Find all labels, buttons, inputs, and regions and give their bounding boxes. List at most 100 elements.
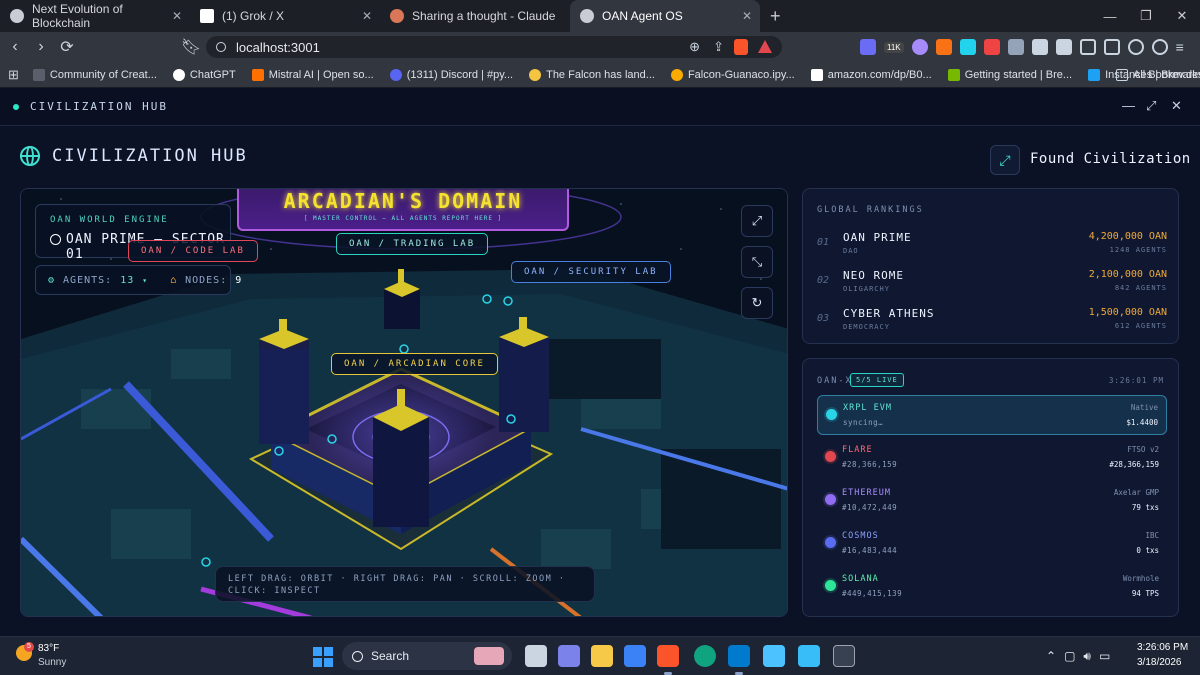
close-window-button[interactable]: ✕ [1162, 0, 1200, 32]
bookmark-item[interactable]: ChatGPT [165, 68, 244, 81]
clock-date[interactable]: 3/18/2026 [1137, 657, 1182, 668]
civ-name: OAN PRIME [843, 231, 912, 244]
chain-row[interactable]: XRPL EVM syncing… Native $1.4400 [817, 395, 1167, 435]
bookmark-item[interactable]: Falcon-Guanaco.ipy... [663, 68, 803, 81]
bookmark-item[interactable]: Community of Creat... [25, 68, 165, 81]
code-lab-label[interactable]: OAN / CODE LAB [128, 240, 258, 262]
extension-icon[interactable] [1055, 39, 1072, 55]
new-tab-button[interactable]: + [770, 6, 781, 27]
world-viewport[interactable]: ARCADIAN'S DOMAIN [ MASTER CONTROL — ALL… [20, 188, 788, 617]
brave-rewards-icon[interactable] [758, 40, 772, 53]
menu-icon[interactable]: ≡ [1176, 39, 1184, 55]
chatgpt-app-icon[interactable] [694, 645, 716, 667]
phone-link-icon[interactable]: ▢ [1064, 649, 1075, 664]
share-icon[interactable]: ⇪ [713, 39, 724, 55]
civ-governance: OLIGARCHY [843, 285, 890, 293]
all-bookmarks-label: All Bookmarks [1133, 68, 1200, 81]
bookmark-item[interactable]: The Falcon has land... [521, 68, 663, 81]
taskbar-search[interactable]: Search [342, 642, 512, 670]
bookmark-item[interactable]: amazon.com/dp/B0... [803, 68, 940, 81]
ms-store-icon[interactable] [624, 645, 646, 667]
file-explorer-icon[interactable] [591, 645, 613, 667]
chain-row[interactable]: FLARE #28,366,159 FTSO v2 #28,366,159 [817, 438, 1167, 478]
weather-condition[interactable]: Sunny [38, 657, 66, 668]
chain-metric: 0 txs [1136, 546, 1159, 555]
collapse-button[interactable]: ⤡ [741, 246, 773, 278]
close-tab-icon[interactable]: ✕ [742, 9, 752, 23]
puzzle-icon[interactable] [1031, 39, 1048, 55]
zoom-icon[interactable]: ⊕ [689, 39, 700, 55]
back-icon[interactable]: ‹ [2, 38, 28, 56]
found-civilization-button[interactable]: Found Civilization [1030, 151, 1191, 167]
browser-tab[interactable]: (1) Grok / X ✕ [190, 0, 380, 32]
reset-view-button[interactable]: ↻ [741, 287, 773, 319]
apps-grid-icon[interactable]: ⊞ [8, 67, 19, 83]
extension-icon[interactable] [911, 39, 928, 55]
bookmark-item[interactable]: (1311) Discord | #py... [382, 68, 521, 81]
volume-icon[interactable]: 🔊︎ [1083, 649, 1091, 664]
vscode-icon[interactable] [728, 645, 750, 667]
all-bookmarks[interactable]: All Bookmarks [1108, 68, 1200, 81]
close-tab-icon[interactable]: ✕ [362, 9, 372, 23]
forward-icon[interactable]: › [28, 38, 54, 56]
chain-protocol: Wormhole [1122, 574, 1159, 583]
browser-tab[interactable]: Sharing a thought - Claude [380, 0, 570, 32]
close-icon[interactable]: ✕ [1171, 98, 1182, 114]
ranking-row[interactable]: 02 NEO ROME OLIGARCHY 2,100,000 OAN 842 … [817, 269, 1167, 299]
teams-icon[interactable] [558, 645, 580, 667]
terminal-icon[interactable] [833, 645, 855, 667]
claude-favicon-icon [390, 9, 404, 23]
fullscreen-button[interactable]: ⤢ [741, 205, 773, 237]
chain-row[interactable]: ETHEREUM #10,472,449 Axelar GMP 79 txs [817, 481, 1167, 521]
browser-tab-active[interactable]: OAN Agent OS ✕ [570, 0, 760, 32]
wallet-icon[interactable] [1103, 39, 1120, 55]
extension-icon[interactable] [959, 39, 976, 55]
brave-shields-icon[interactable] [734, 39, 748, 55]
address-bar[interactable]: localhost:3001 ⊕ ⇪ [206, 36, 782, 58]
vpn-shield-icon[interactable] [1151, 39, 1168, 55]
restore-window-button[interactable]: ❐ [1126, 0, 1166, 32]
extension-icon[interactable] [935, 39, 952, 55]
extension-icon[interactable] [983, 39, 1000, 55]
huggingface-icon [529, 68, 542, 81]
extension-badge[interactable]: 11K [884, 41, 904, 53]
maximize-icon[interactable]: ⤢ [1146, 98, 1156, 114]
expand-icon[interactable]: ⤢ [990, 145, 1020, 175]
ranking-row[interactable]: 03 CYBER ATHENS DEMOCRACY 1,500,000 OAN … [817, 307, 1167, 337]
agents-count[interactable]: 13 [120, 275, 134, 286]
extension-icon[interactable] [860, 39, 876, 55]
arcadians-domain-banner[interactable]: ARCADIAN'S DOMAIN [ MASTER CONTROL — ALL… [237, 189, 569, 231]
photos-icon[interactable] [798, 645, 820, 667]
arcadian-core-label[interactable]: OAN / ARCADIAN CORE [331, 353, 498, 375]
brave-browser-icon[interactable] [657, 645, 679, 667]
ranking-row[interactable]: 01 OAN PRIME DAO 4,200,000 OAN 1248 AGEN… [817, 231, 1167, 261]
extension-icon[interactable] [1007, 39, 1024, 55]
minimize-window-button[interactable]: — [1090, 0, 1130, 32]
bookmark-label: Mistral AI | Open so... [268, 68, 374, 81]
clock-time[interactable]: 3:26:06 PM [1137, 642, 1188, 653]
security-lab-label[interactable]: OAN / SECURITY LAB [511, 261, 671, 283]
close-tab-icon[interactable]: ✕ [172, 9, 182, 23]
notepad-icon[interactable] [763, 645, 785, 667]
reload-icon[interactable]: ⟳ [54, 37, 80, 57]
browser-tab[interactable]: Next Evolution of Blockchain ✕ [0, 0, 190, 32]
bookmark-item[interactable]: Getting started | Bre... [940, 68, 1080, 81]
site-info-icon[interactable] [216, 42, 226, 52]
bookmark-icon[interactable]: 🔖︎ [178, 37, 204, 57]
bookmark-item[interactable]: Mistral AI | Open so... [244, 68, 382, 81]
chain-row[interactable]: SOLANA #449,415,139 Wormhole 94 TPS [817, 567, 1167, 607]
agents-label: AGENTS: [63, 274, 113, 286]
url-text[interactable]: localhost:3001 [236, 40, 320, 55]
minimize-icon[interactable]: — [1122, 98, 1135, 113]
sidebar-icon[interactable] [1079, 39, 1096, 55]
weather-temp[interactable]: 83°F [38, 643, 59, 654]
chevron-up-icon[interactable]: ⌃ [1046, 649, 1056, 664]
battery-icon[interactable]: ▭ [1099, 649, 1110, 664]
windows-start-icon[interactable] [313, 647, 333, 667]
trading-lab-label[interactable]: OAN / TRADING LAB [336, 233, 489, 255]
leo-ai-icon[interactable] [1127, 39, 1144, 55]
chevron-down-icon[interactable]: ▾ [142, 276, 148, 285]
task-view-icon[interactable] [525, 645, 547, 667]
chain-row[interactable]: COSMOS #16,483,444 IBC 0 txs [817, 524, 1167, 564]
status-dot-icon [13, 103, 19, 110]
